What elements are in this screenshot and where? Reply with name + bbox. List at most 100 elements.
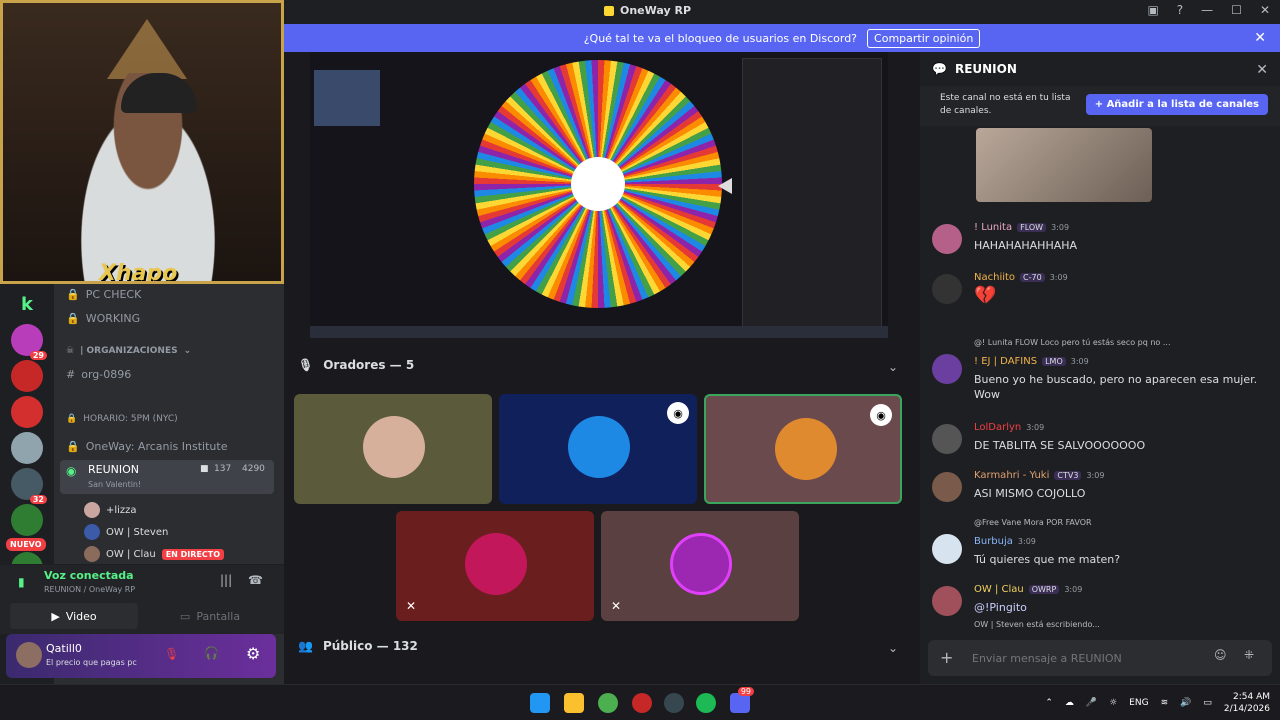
channel-org[interactable]: # org-0896 bbox=[66, 368, 131, 381]
kick-icon[interactable]: k bbox=[11, 288, 43, 320]
close-window-icon[interactable]: ✕ bbox=[1260, 3, 1270, 17]
app-icon bbox=[604, 5, 614, 16]
chat-panel: 💬 REUNION ✕ Este canal no está en tu list… bbox=[920, 52, 1280, 684]
windows-start-icon[interactable] bbox=[530, 693, 550, 713]
wifi-icon[interactable]: ≋ bbox=[1161, 698, 1169, 708]
minimize-icon[interactable]: — bbox=[1201, 3, 1213, 17]
settings-icon[interactable]: ⚙ bbox=[246, 644, 260, 663]
plus-icon[interactable]: + bbox=[940, 648, 953, 667]
avatar bbox=[568, 416, 630, 478]
disconnect-icon[interactable]: ☎ bbox=[248, 573, 263, 587]
help-icon[interactable]: ? bbox=[1177, 3, 1183, 17]
clock[interactable]: 2:54 AM 2/14/2026 bbox=[1224, 691, 1270, 715]
channel-pc-check[interactable]: 🔒 PC CHECK bbox=[66, 288, 141, 301]
avatar[interactable] bbox=[932, 586, 962, 616]
screen-icon: ▭ bbox=[179, 609, 191, 623]
obs-icon[interactable] bbox=[632, 693, 652, 713]
typing-indicator: OW | Steven está escribiendo... bbox=[974, 620, 1100, 629]
voice-icon: ◉ bbox=[66, 464, 77, 478]
channel-institute[interactable]: 🔒 OneWay: Arcanis Institute bbox=[66, 440, 227, 453]
discord-icon[interactable]: 99 bbox=[730, 687, 754, 713]
feedback-button[interactable]: Compartir opinión bbox=[867, 28, 981, 48]
message-composer: + ☺ ⁜ bbox=[928, 640, 1272, 676]
thumbnail-window bbox=[314, 70, 380, 126]
wheel-pointer bbox=[718, 178, 732, 194]
chevron-up-icon[interactable]: ⌃ bbox=[1045, 698, 1053, 708]
cloud-icon[interactable]: ☁ bbox=[1065, 698, 1074, 708]
soundboard-icon[interactable]: ||| bbox=[220, 573, 232, 587]
speaker-tile[interactable] bbox=[294, 394, 492, 504]
app-icon[interactable] bbox=[664, 693, 684, 713]
lock-icon: 🔒 bbox=[66, 288, 80, 301]
avatar bbox=[775, 418, 837, 480]
notice-text: ¿Qué tal te va el bloqueo de usuarios en… bbox=[583, 31, 858, 45]
channel-notice: Este canal no está en tu lista de canale… bbox=[920, 86, 1280, 126]
windows-taskbar: 99 ⌃ ☁ 🎤 ☼ ENG ≋ 🔊 ▭ 2:54 AM 2/14/2026 bbox=[0, 684, 1280, 720]
close-chat-icon[interactable]: ✕ bbox=[1256, 62, 1268, 78]
avatar[interactable] bbox=[932, 274, 962, 304]
voice-user[interactable]: OW | Steven bbox=[84, 524, 168, 540]
speaker-tile[interactable]: ✕ bbox=[601, 511, 799, 621]
maximize-icon[interactable]: ☐ bbox=[1231, 3, 1242, 17]
speaker-tile[interactable]: ◉ bbox=[499, 394, 697, 504]
headphones-icon[interactable]: 🎧 bbox=[204, 646, 219, 660]
new-badge: NUEVO bbox=[6, 538, 46, 551]
avatar[interactable] bbox=[932, 354, 962, 384]
avatar[interactable] bbox=[932, 224, 962, 254]
channel-working[interactable]: 🔒 WORKING bbox=[66, 312, 140, 325]
server-icon[interactable]: 29 bbox=[11, 324, 47, 360]
add-channel-button[interactable]: + Añadir a la lista de canales bbox=[1085, 94, 1268, 115]
video-button[interactable]: ▶ Video bbox=[10, 603, 138, 629]
video-icon: ■ bbox=[200, 464, 209, 474]
user-avatar[interactable] bbox=[16, 642, 42, 668]
voice-user[interactable]: OW | Clau EN DIRECTO bbox=[84, 546, 225, 562]
channel-horario[interactable]: 🔒 HORARIO: 5PM (NYC) bbox=[66, 414, 178, 424]
signal-icon: ▮ bbox=[18, 575, 25, 589]
avatar[interactable] bbox=[932, 534, 962, 564]
screen-share-button[interactable]: ▭ Pantalla bbox=[146, 603, 274, 629]
mute-icon[interactable]: 🎙 bbox=[164, 647, 179, 661]
user-panel: Qatill0 El precio que pagas pc 🎙 🎧 ⚙ bbox=[6, 634, 276, 678]
chevron-down-icon[interactable]: ⌄ bbox=[888, 641, 898, 655]
inbox-icon[interactable]: ▣ bbox=[1147, 3, 1158, 17]
hash-icon: # bbox=[66, 368, 76, 381]
close-notice-icon[interactable]: ✕ bbox=[1254, 30, 1266, 46]
speaker-tile[interactable]: ✕ bbox=[396, 511, 594, 621]
server-icon[interactable] bbox=[11, 360, 43, 392]
voice-channel-reunion[interactable]: ◉ REUNION San Valentin! ■ 137 4290 bbox=[60, 460, 274, 494]
mic-icon: 🎙 bbox=[298, 358, 314, 372]
lock-icon: 🔒 bbox=[66, 312, 80, 325]
reply-preview[interactable]: @! Lunita FLOW Loco pero tú estás seco p… bbox=[974, 338, 1170, 347]
voice-user[interactable]: +lizza bbox=[84, 502, 137, 518]
stream-indicator-icon: ◉ bbox=[667, 402, 689, 424]
server-icon[interactable] bbox=[11, 504, 43, 536]
server-icon[interactable]: 32 bbox=[11, 468, 47, 504]
speakers-header: 🎙 Oradores — 5 bbox=[298, 358, 415, 372]
brightness-icon[interactable]: ☼ bbox=[1109, 698, 1117, 708]
microphone-icon[interactable]: 🎤 bbox=[1086, 698, 1097, 708]
avatar[interactable] bbox=[932, 424, 962, 454]
speaker-tile[interactable]: ◉ bbox=[704, 394, 902, 504]
category-organizaciones[interactable]: ☠ | ORGANIZACIONES ⌄ bbox=[66, 346, 191, 356]
file-explorer-icon[interactable] bbox=[564, 693, 584, 713]
server-icon[interactable] bbox=[11, 432, 43, 464]
spotify-icon[interactable] bbox=[696, 693, 716, 713]
chrome-icon[interactable] bbox=[598, 693, 618, 713]
thread-icon: 💬 bbox=[932, 62, 947, 76]
battery-icon[interactable]: ▭ bbox=[1203, 698, 1212, 708]
message-input[interactable] bbox=[972, 648, 1192, 668]
reply-preview[interactable]: @Free Vane Mora POR FAVOR bbox=[974, 518, 1092, 527]
emoji-icon[interactable]: ☺ bbox=[1214, 648, 1227, 662]
avatar[interactable] bbox=[932, 472, 962, 502]
volume-icon[interactable]: 🔊 bbox=[1180, 698, 1191, 708]
server-icon[interactable] bbox=[11, 396, 43, 428]
avatar bbox=[84, 502, 100, 518]
apps-icon[interactable]: ⁜ bbox=[1244, 648, 1254, 662]
avatar bbox=[84, 546, 100, 562]
image-attachment[interactable] bbox=[976, 128, 1152, 202]
notice-bar: ¿Qué tal te va el bloqueo de usuarios en… bbox=[284, 24, 1280, 52]
avatar bbox=[465, 533, 527, 595]
triangle-light bbox=[107, 19, 187, 79]
chevron-down-icon[interactable]: ⌄ bbox=[888, 360, 898, 374]
screen-share[interactable] bbox=[310, 52, 888, 338]
